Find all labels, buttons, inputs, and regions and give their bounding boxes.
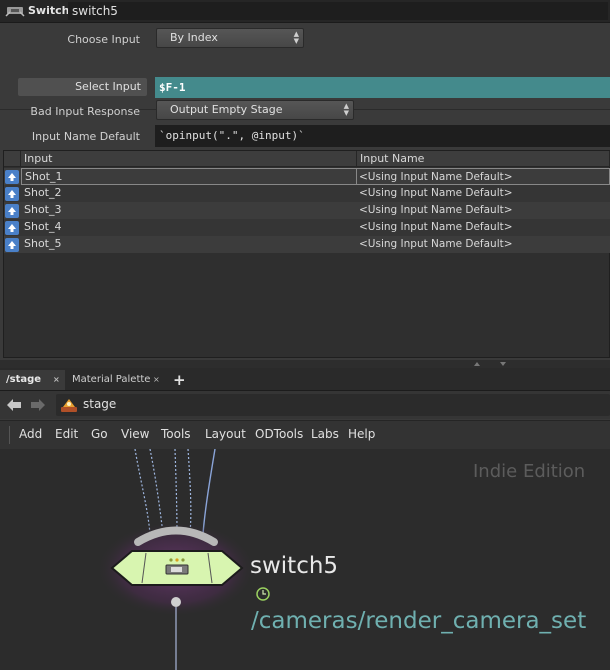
menu-odtools[interactable]: ODTools	[255, 427, 303, 441]
pane-tab-bar: /stage × Material Palette × +	[0, 368, 610, 391]
choose-input-value: By Index	[170, 31, 218, 44]
pane-splitter[interactable]	[0, 360, 610, 368]
table-row[interactable]: Shot_1 <Using Input Name Default>	[4, 168, 610, 185]
divider	[9, 426, 10, 444]
node-name-field[interactable]: switch5	[68, 2, 608, 20]
table-row[interactable]: Shot_3 <Using Input Name Default>	[4, 202, 610, 219]
add-tab-button[interactable]: +	[168, 370, 190, 390]
menu-help[interactable]: Help	[348, 427, 375, 441]
switch5-node[interactable]	[110, 550, 244, 586]
indie-edition-watermark: Indie Edition	[473, 461, 586, 482]
node-output-connector[interactable]	[171, 597, 181, 607]
input-name-default-label: Input Name Default	[31, 130, 140, 143]
table-cell-input[interactable]: Shot_2	[21, 185, 357, 202]
tab-stage[interactable]: /stage ×	[0, 370, 65, 390]
table-cell-input[interactable]: Shot_1	[21, 168, 357, 185]
select-input-label-box[interactable]: Select Input	[18, 78, 147, 96]
choose-input-dropdown[interactable]: By Index ▲ ▼	[156, 28, 304, 48]
column-header-input[interactable]: Input	[21, 151, 357, 167]
network-view[interactable]: Indie Edition switch5 /cameras/render_ca…	[0, 449, 610, 670]
tab-label: Material Palette	[72, 374, 151, 385]
path-field[interactable]: stage	[56, 394, 610, 416]
up-arrow-icon[interactable]	[5, 170, 19, 184]
up-arrow-icon[interactable]	[5, 238, 19, 252]
bad-input-response-label: Bad Input Response	[30, 105, 140, 118]
up-arrow-icon[interactable]	[5, 221, 19, 235]
select-input-field[interactable]: $F-1	[155, 77, 610, 98]
column-header-input-name[interactable]: Input Name	[357, 151, 610, 167]
up-arrow-icon[interactable]	[5, 187, 19, 201]
input-name-default-field[interactable]: `opinput(".", @input)`	[155, 125, 610, 147]
path-label: stage	[83, 397, 117, 411]
back-arrow-icon[interactable]	[6, 398, 22, 412]
path-bar: stage	[0, 391, 610, 419]
table-cell-input-name[interactable]: <Using Input Name Default>	[357, 168, 610, 185]
menu-tools[interactable]: Tools	[161, 427, 191, 441]
splitter-arrows-icon[interactable]	[470, 360, 510, 368]
table-row[interactable]: Shot_4 <Using Input Name Default>	[4, 219, 610, 236]
close-icon[interactable]: ×	[53, 370, 60, 390]
table-cell-input-name[interactable]: <Using Input Name Default>	[357, 236, 610, 253]
forward-arrow-icon[interactable]	[30, 398, 46, 412]
menu-view[interactable]: View	[121, 427, 149, 441]
network-menu-bar: Add Edit Go View Tools Layout ODTools La…	[0, 420, 610, 450]
parameter-header: Switch switch5	[0, 0, 610, 23]
close-icon[interactable]: ×	[153, 370, 160, 390]
stage-context-icon	[61, 399, 77, 412]
node-comment-label: /cameras/render_camera_set	[251, 608, 587, 634]
bad-input-response-dropdown[interactable]: Output Empty Stage ▲ ▼	[156, 100, 354, 120]
node-name-label[interactable]: switch5	[250, 553, 338, 579]
menu-go[interactable]: Go	[91, 427, 108, 441]
time-dependent-icon	[256, 587, 270, 601]
select-input-label: Select Input	[75, 80, 141, 93]
menu-edit[interactable]: Edit	[55, 427, 78, 441]
dropdown-arrows-icon: ▲ ▼	[343, 102, 349, 117]
table-cell-input-name[interactable]: <Using Input Name Default>	[357, 202, 610, 219]
node-type-label: Switch	[28, 4, 70, 17]
table-cell-input-name[interactable]: <Using Input Name Default>	[357, 219, 610, 236]
menu-add[interactable]: Add	[19, 427, 42, 441]
input-table: Input Input Name Shot_1 <Using Input Nam…	[3, 150, 610, 358]
table-cell-input-name[interactable]: <Using Input Name Default>	[357, 185, 610, 202]
table-row[interactable]: Shot_5 <Using Input Name Default>	[4, 236, 610, 253]
bad-input-response-value: Output Empty Stage	[170, 103, 283, 116]
choose-input-label: Choose Input	[67, 33, 140, 46]
tab-label: /stage	[6, 374, 42, 385]
table-corner	[4, 151, 21, 167]
tab-material-palette[interactable]: Material Palette ×	[66, 370, 166, 390]
up-arrow-icon[interactable]	[5, 204, 19, 218]
switch-node-icon	[5, 7, 25, 17]
dropdown-arrows-icon: ▲ ▼	[293, 30, 299, 45]
table-cell-input[interactable]: Shot_4	[21, 219, 357, 236]
menu-labs[interactable]: Labs	[311, 427, 339, 441]
table-row[interactable]: Shot_2 <Using Input Name Default>	[4, 185, 610, 202]
menu-layout[interactable]: Layout	[205, 427, 246, 441]
table-cell-input[interactable]: Shot_5	[21, 236, 357, 253]
table-cell-input[interactable]: Shot_3	[21, 202, 357, 219]
